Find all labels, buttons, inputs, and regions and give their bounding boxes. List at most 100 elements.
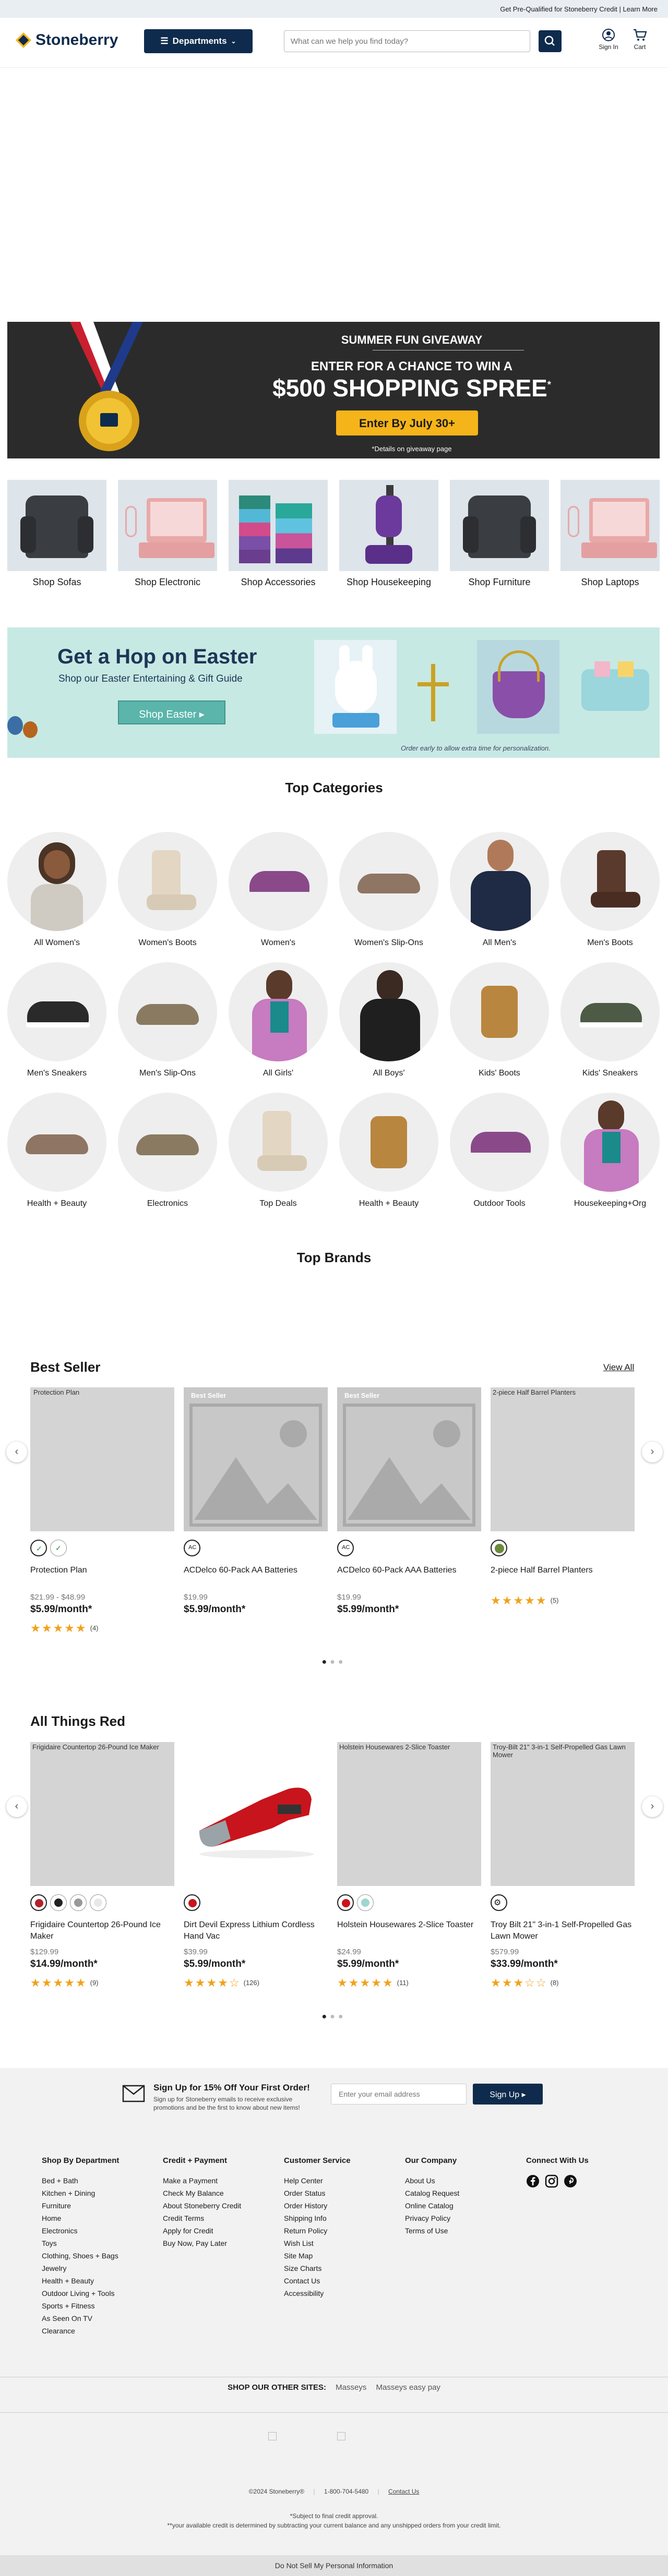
trust-badge-icon[interactable] (268, 2432, 277, 2440)
product-card[interactable]: Troy-Bilt 21" 3-in-1 Self-Propelled Gas … (491, 1742, 635, 1990)
swatch-button[interactable] (70, 1894, 87, 1911)
swatch-button[interactable] (90, 1894, 106, 1911)
footer-link[interactable]: Contact Us (284, 2275, 351, 2287)
carousel-next-button[interactable]: › (642, 1796, 663, 1817)
cart-button[interactable]: Cart (624, 28, 655, 51)
product-card[interactable]: Frigidaire Countertop 26-Pound Ice Maker… (30, 1742, 174, 1990)
trust-badge-icon[interactable] (337, 2432, 345, 2440)
swatch-button[interactable] (337, 1894, 354, 1911)
swatch-button[interactable] (184, 1894, 200, 1911)
footer-link[interactable]: Size Charts (284, 2262, 351, 2275)
category-all-boys[interactable]: All Boys' (339, 962, 438, 1078)
site-logo[interactable]: Stoneberry (15, 31, 118, 49)
footer-link[interactable]: Order Status (284, 2187, 351, 2199)
swatch-button[interactable]: AC (184, 1540, 200, 1556)
giveaway-banner[interactable]: SUMMER FUN GIVEAWAY ENTER FOR A CHANCE T… (7, 322, 660, 458)
footer-link[interactable]: Furniture (42, 2199, 119, 2212)
easter-banner[interactable]: Get a Hop on Easter Shop our Easter Ente… (7, 627, 660, 758)
footer-link[interactable]: Clearance (42, 2325, 119, 2337)
contact-us-link[interactable]: Contact Us (388, 2488, 419, 2495)
credit-promo-link[interactable]: Get Pre-Qualified for Stoneberry Credit … (500, 5, 658, 13)
category-womens-slip-ons[interactable]: Women's Slip-Ons (339, 832, 438, 948)
category-top-deals[interactable]: Top Deals (229, 1093, 328, 1208)
product-name[interactable]: Frigidaire Countertop 26-Pound Ice Maker (30, 1919, 174, 1942)
category-housekeeping-org[interactable]: Housekeeping+Org (560, 1093, 660, 1208)
category-kids-boots[interactable]: Kids' Boots (450, 962, 549, 1078)
tile-shop-housekeeping[interactable]: Shop Housekeeping (339, 480, 438, 588)
product-name[interactable]: Troy Bilt 21" 3-in-1 Self-Propelled Gas … (491, 1919, 635, 1942)
enter-giveaway-button[interactable]: Enter By July 30+ (336, 410, 478, 436)
footer-link[interactable]: As Seen On TV (42, 2312, 119, 2325)
product-card[interactable]: Holstein Housewares 2-Slice Toaster Hols… (337, 1742, 481, 1990)
tile-shop-electronic[interactable]: Shop Electronic (118, 480, 217, 588)
footer-link[interactable]: Order History (284, 2199, 351, 2212)
tile-shop-accessories[interactable]: Shop Accessories (229, 480, 328, 588)
do-not-sell-bar[interactable]: Do Not Sell My Personal Information (0, 2555, 668, 2576)
search-input[interactable] (284, 30, 530, 52)
footer-link[interactable]: Buy Now, Pay Later (163, 2237, 241, 2250)
swatch-button[interactable] (50, 1894, 67, 1911)
category-outdoor-tools[interactable]: Outdoor Tools (450, 1093, 549, 1208)
swatch-button[interactable] (491, 1540, 507, 1556)
tile-shop-sofas[interactable]: Shop Sofas (7, 480, 106, 588)
product-name[interactable]: Holstein Housewares 2-Slice Toaster (337, 1919, 481, 1942)
search-button[interactable] (539, 30, 562, 52)
footer-link[interactable]: Help Center (284, 2174, 351, 2187)
footer-link[interactable]: About Us (405, 2174, 459, 2187)
footer-link[interactable]: Toys (42, 2237, 119, 2250)
carousel-next-button[interactable]: › (642, 1442, 663, 1462)
tile-shop-laptops[interactable]: Shop Laptops (560, 480, 660, 588)
carousel-prev-button[interactable]: ‹ (6, 1442, 27, 1462)
footer-link[interactable]: Accessibility (284, 2287, 351, 2300)
footer-link[interactable]: Kitchen + Dining (42, 2187, 119, 2199)
footer-link[interactable]: Health + Beauty (42, 2275, 119, 2287)
product-card[interactable]: Best Seller AC ACDelco 60-Pack AA Batter… (184, 1387, 328, 1615)
footer-link[interactable]: Sports + Fitness (42, 2300, 119, 2312)
category-mens-slip-ons[interactable]: Men's Slip-Ons (118, 962, 217, 1078)
footer-link[interactable]: Online Catalog (405, 2199, 459, 2212)
product-card[interactable]: Dirt Devil Express Lithium Cordless Hand… (184, 1742, 328, 1990)
carousel-dots[interactable]: ●●● (0, 1658, 668, 1667)
product-name[interactable]: ACDelco 60-Pack AAA Batteries (337, 1565, 481, 1588)
product-card[interactable]: Best Seller AC ACDelco 60-Pack AAA Batte… (337, 1387, 481, 1615)
footer-link[interactable]: Jewelry (42, 2262, 119, 2275)
footer-link[interactable]: Wish List (284, 2237, 351, 2250)
category-mens-boots[interactable]: Men's Boots (560, 832, 660, 948)
product-name[interactable]: Dirt Devil Express Lithium Cordless Hand… (184, 1919, 328, 1942)
footer-link[interactable]: Apply for Credit (163, 2224, 241, 2237)
category-all-mens[interactable]: All Men's (450, 832, 549, 948)
category-kids-sneakers[interactable]: Kids' Sneakers (560, 962, 660, 1078)
swatch-button[interactable]: ✓ (30, 1540, 47, 1556)
tile-shop-furniture[interactable]: Shop Furniture (450, 480, 549, 588)
footer-link[interactable]: Return Policy (284, 2224, 351, 2237)
category-electronics[interactable]: Electronics (118, 1093, 217, 1208)
phone-number[interactable]: 1-800-704-5480 (324, 2488, 368, 2495)
swatch-button[interactable] (357, 1894, 374, 1911)
masseys-easy-pay-logo[interactable]: Masseys easy pay (376, 2383, 440, 2392)
carousel-dots[interactable]: ●●● (0, 2012, 668, 2022)
instagram-icon[interactable] (545, 2174, 558, 2188)
category-womens[interactable]: Women's (229, 832, 328, 948)
footer-link[interactable]: Terms of Use (405, 2224, 459, 2237)
category-health-beauty-2[interactable]: Health + Beauty (339, 1093, 438, 1208)
swatch-button[interactable] (30, 1894, 47, 1911)
sign-in-button[interactable]: Sign In (593, 28, 624, 51)
category-health-beauty[interactable]: Health + Beauty (7, 1093, 106, 1208)
footer-link[interactable]: Credit Terms (163, 2212, 241, 2224)
departments-button[interactable]: ☰ Departments ⌄ (144, 29, 253, 53)
category-all-girls[interactable]: All Girls' (229, 962, 328, 1078)
shop-easter-button[interactable]: Shop Easter ▸ (118, 700, 225, 724)
signup-button[interactable]: Sign Up ▸ (473, 2084, 543, 2105)
masseys-logo[interactable]: Masseys (336, 2383, 366, 2392)
swatch-button[interactable]: ⚙ (491, 1894, 507, 1911)
product-card[interactable]: 2-piece Half Barrel Planters 2-piece Hal… (491, 1387, 635, 1607)
footer-link[interactable]: Site Map (284, 2250, 351, 2262)
product-name[interactable]: Protection Plan (30, 1565, 174, 1588)
footer-link[interactable]: Home (42, 2212, 119, 2224)
carousel-prev-button[interactable]: ‹ (6, 1796, 27, 1817)
category-mens-sneakers[interactable]: Men's Sneakers (7, 962, 106, 1078)
do-not-sell-link[interactable]: Do Not Sell My Personal Information (275, 2561, 393, 2570)
footer-link[interactable]: Check My Balance (163, 2187, 241, 2199)
view-all-link[interactable]: View All (603, 1362, 634, 1373)
pinterest-icon[interactable] (564, 2174, 577, 2188)
